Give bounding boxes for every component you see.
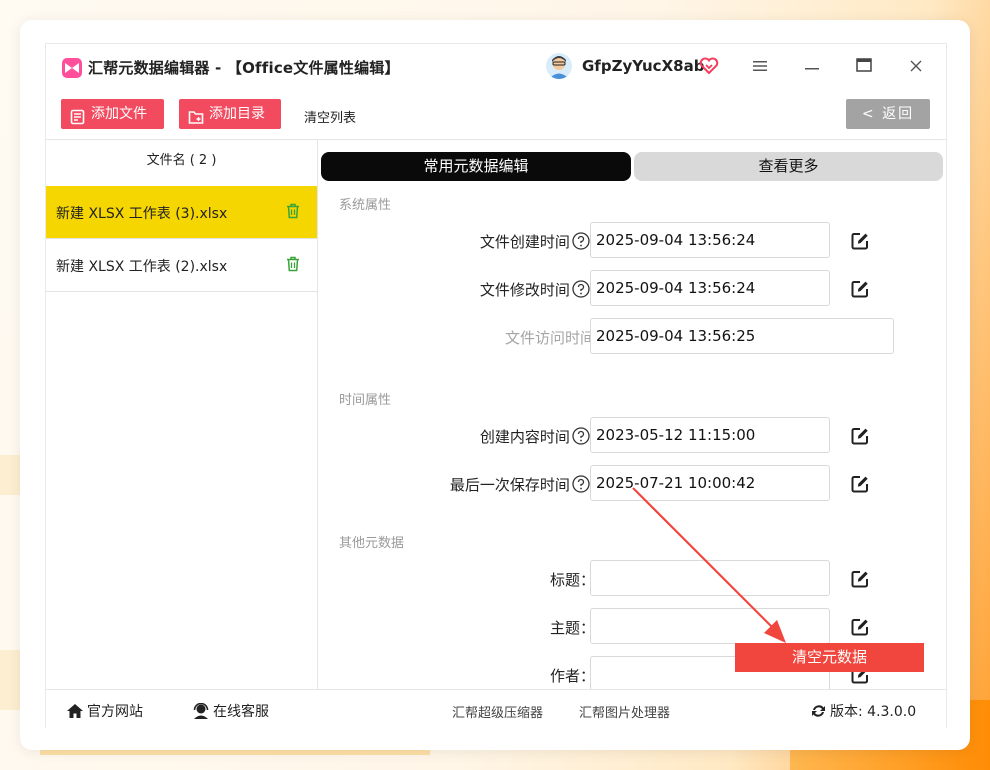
file-list-panel: 文件名 ( 2 ) 新建 XLSX 工作表 (3).xlsx 新建 XLSX 工…: [46, 140, 318, 689]
official-website-link[interactable]: 官方网站: [66, 701, 143, 721]
toolbar: 添加文件 添加目录 清空列表 < 返回: [46, 89, 946, 140]
metadata-panel: 常用元数据编辑 查看更多 系统属性 文件创建时间: 2025-09-04 13:…: [318, 140, 946, 689]
support-agent-icon: [193, 702, 209, 719]
image-tool-link[interactable]: 汇帮图片处理器: [579, 702, 670, 721]
add-file-icon: [70, 106, 86, 136]
last-saved-label: 最后一次保存时间:: [450, 474, 595, 497]
edit-icon[interactable]: [851, 427, 869, 449]
home-icon: [67, 704, 83, 718]
back-button[interactable]: < 返回: [846, 99, 930, 129]
author-label: 作者：: [549, 667, 595, 685]
refresh-icon: [812, 705, 825, 717]
delete-icon[interactable]: [286, 256, 300, 276]
app-title: 汇帮元数据编辑器 - 【Office文件属性编辑】: [88, 59, 400, 77]
file-name: 新建 XLSX 工作表 (3).xlsx: [56, 206, 228, 222]
menu-icon[interactable]: [746, 54, 774, 80]
edit-icon[interactable]: [851, 280, 869, 302]
edit-icon[interactable]: [851, 475, 869, 497]
app-window: 汇帮元数据编辑器 - 【Office文件属性编辑】 GfpZyYucX8ab 添…: [45, 43, 947, 728]
subject-label: 主题：: [549, 619, 595, 637]
modified-time-label: 文件修改时间:: [480, 279, 595, 302]
add-folder-button[interactable]: 添加目录: [179, 99, 281, 129]
add-folder-icon: [188, 106, 204, 136]
app-logo-icon: [62, 58, 82, 78]
version-info[interactable]: 版本: 4.3.0.0: [810, 701, 916, 721]
tab-view-more[interactable]: 查看更多: [634, 152, 943, 181]
file-list-item[interactable]: 新建 XLSX 工作表 (2).xlsx: [46, 239, 317, 292]
title-bar: 汇帮元数据编辑器 - 【Office文件属性编辑】 GfpZyYucX8ab: [46, 44, 946, 89]
modified-time-field[interactable]: 2025-09-04 13:56:24: [590, 270, 830, 306]
clear-list-button[interactable]: 清空列表: [304, 107, 356, 126]
title-label: 标题：: [549, 571, 595, 589]
online-support-link[interactable]: 在线客服: [192, 701, 269, 721]
subject-field[interactable]: [590, 608, 830, 644]
content-created-field[interactable]: 2023-05-12 11:15:00: [590, 417, 830, 453]
add-file-label: 添加文件: [91, 106, 147, 122]
content-created-label: 创建内容时间:: [480, 426, 595, 449]
add-folder-label: 添加目录: [209, 106, 265, 122]
help-icon[interactable]: [572, 232, 590, 254]
close-icon[interactable]: [902, 54, 930, 80]
last-saved-field[interactable]: 2025-07-21 10:00:42: [590, 465, 830, 501]
add-file-button[interactable]: 添加文件: [61, 99, 164, 129]
minimize-icon[interactable]: [798, 54, 826, 80]
maximize-icon[interactable]: [850, 54, 878, 80]
file-list-header: 文件名 ( 2 ): [146, 153, 217, 168]
accessed-time-field: 2025-09-04 13:56:25: [590, 318, 894, 354]
username[interactable]: GfpZyYucX8ab: [582, 57, 704, 75]
section-time-title: 时间属性: [339, 393, 392, 408]
created-time-field[interactable]: 2025-09-04 13:56:24: [590, 222, 830, 258]
file-name: 新建 XLSX 工作表 (2).xlsx: [56, 259, 228, 275]
accessed-time-label: 文件访问时间: [504, 329, 595, 347]
section-system-title: 系统属性: [339, 198, 392, 213]
edit-icon[interactable]: [851, 570, 869, 592]
compressor-link[interactable]: 汇帮超级压缩器: [452, 702, 543, 721]
file-list-item[interactable]: 新建 XLSX 工作表 (3).xlsx: [46, 186, 317, 239]
help-icon[interactable]: [572, 280, 590, 302]
delete-icon[interactable]: [286, 203, 300, 223]
vip-heart-icon[interactable]: [699, 56, 719, 80]
created-time-label: 文件创建时间:: [480, 231, 595, 254]
title-field[interactable]: [590, 560, 830, 596]
footer: 官方网站 在线客服 汇帮超级压缩器 汇帮图片处理器 版本: 4.3.0.0: [46, 689, 946, 728]
avatar[interactable]: [546, 53, 572, 79]
edit-icon[interactable]: [851, 232, 869, 254]
section-other-title: 其他元数据: [339, 536, 405, 551]
edit-icon[interactable]: [851, 618, 869, 640]
help-icon[interactable]: [572, 427, 590, 449]
help-icon[interactable]: [572, 475, 590, 497]
clear-metadata-button[interactable]: 清空元数据: [735, 643, 924, 672]
tab-common-metadata[interactable]: 常用元数据编辑: [321, 152, 631, 181]
